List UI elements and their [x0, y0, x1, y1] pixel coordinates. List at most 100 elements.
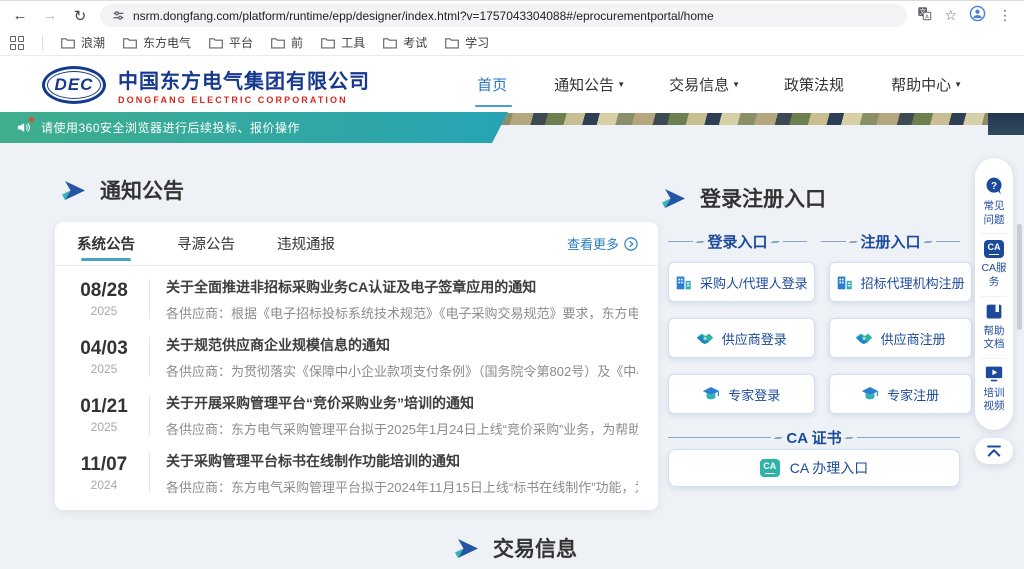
announcement-row[interactable]: 08/28 2025 关于全面推进非招标采购业务CA认证及电子签章应用的通知 各…	[55, 270, 658, 328]
nav-item-policies[interactable]: 政策法规	[782, 68, 849, 101]
announcement-summary: 各供应商：为贯彻落实《保障中小企业款项支付条例》（国务院令第802号）及《中小企…	[166, 361, 638, 380]
section-arrow-icon	[662, 189, 685, 208]
announcement-date: 04/03 2025	[75, 338, 133, 376]
bookmark-folder[interactable]: 平台	[209, 34, 253, 51]
folder-icon	[383, 37, 397, 49]
announcement-date: 08/28 2025	[75, 280, 133, 318]
section-arrow-icon	[62, 181, 85, 200]
tab-sourcing-notices[interactable]: 寻源公告	[175, 222, 237, 265]
bookmarks-separator	[42, 36, 43, 50]
nav-item-home[interactable]: 首页	[475, 68, 512, 101]
announcement-title: 关于全面推进非招标采购业务CA认证及电子签章应用的通知	[166, 277, 638, 297]
url-bar[interactable]: nsrm.dongfang.com/platform/runtime/epp/d…	[100, 4, 907, 27]
nav-item-trade-info[interactable]: 交易信息▼	[667, 68, 742, 101]
folder-icon	[321, 37, 335, 49]
tab-system-notices[interactable]: 系统公告	[75, 222, 137, 265]
bookmark-folder[interactable]: 前	[271, 34, 303, 51]
bookmark-star-icon[interactable]: ☆	[944, 7, 957, 24]
announcements-list: 08/28 2025 关于全面推进非招标采购业务CA认证及电子签章应用的通知 各…	[55, 266, 658, 506]
tab-violation-reports[interactable]: 违规通报	[275, 222, 337, 265]
speaker-icon	[16, 120, 32, 135]
login-register-section-title: 登录注册入口	[662, 183, 826, 213]
svg-text:?: ?	[991, 181, 997, 192]
forward-icon[interactable]: →	[40, 7, 60, 24]
site-settings-icon[interactable]	[112, 9, 125, 22]
handshake-icon	[696, 331, 714, 346]
announcement-date: 01/21 2025	[75, 396, 133, 434]
folder-icon	[271, 37, 285, 49]
announcements-section-title: 通知公告	[62, 175, 184, 205]
ca-certificate-header: CA 证书	[668, 427, 960, 448]
company-name-en: DONGFANG ELECTRIC CORPORATION	[118, 95, 370, 105]
main-nav: 首页 通知公告▼ 交易信息▼ 政策法规 帮助中心▼	[475, 68, 982, 101]
ca-badge-icon: CA	[984, 240, 1004, 258]
profile-icon[interactable]	[969, 5, 986, 27]
nav-item-help-center[interactable]: 帮助中心▼	[889, 68, 964, 101]
browser-toolbar: ← → ↻ nsrm.dongfang.com/platform/runtime…	[0, 0, 1024, 30]
collapse-up-icon	[985, 444, 1003, 458]
reload-icon[interactable]: ↻	[70, 7, 90, 25]
training-videos-widget[interactable]: 培训视频	[981, 358, 1007, 420]
announcement-title: 关于规范供应商企业规模信息的通知	[166, 335, 638, 355]
bookmark-folder[interactable]: 浪潮	[61, 34, 105, 51]
hero-image-corner	[988, 113, 1024, 135]
bidding-agency-register-button[interactable]: 招标代理机构注册	[829, 262, 972, 302]
bookmark-folder[interactable]: 学习	[445, 34, 489, 51]
company-name-cn: 中国东方电气集团有限公司	[118, 65, 370, 94]
bookmark-folder[interactable]: 东方电气	[123, 34, 191, 51]
trade-info-section-title: 交易信息	[455, 533, 577, 563]
ca-service-widget[interactable]: CA CA服务	[981, 233, 1007, 295]
bookmark-folder[interactable]: 考试	[383, 34, 427, 51]
announcement-summary: 各供应商：东方电气采购管理平台拟于2024年11月15日上线“标书在线制作”功能…	[166, 477, 638, 496]
dec-logo: DEC	[42, 66, 106, 104]
purchaser-agent-login-button[interactable]: 采购人/代理人登录	[668, 262, 815, 302]
chevron-down-icon: ▼	[617, 80, 625, 89]
announcement-row[interactable]: 04/03 2025 关于规范供应商企业规模信息的通知 各供应商：为贯彻落实《保…	[55, 328, 658, 386]
announcement-title: 关于开展采购管理平台“竞价采购业务”培训的通知	[166, 393, 638, 413]
browser-notice-banner: 请使用360安全浏览器进行后续投标、报价操作	[0, 112, 508, 143]
url-text: nsrm.dongfang.com/platform/runtime/epp/d…	[133, 9, 714, 23]
announcement-summary: 各供应商：东方电气采购管理平台拟于2025年1月24日上线“竞价采购”业务，为帮…	[166, 419, 638, 438]
collapse-panel-button[interactable]	[975, 438, 1013, 464]
apps-grid-icon[interactable]	[10, 36, 24, 50]
graduation-cap-icon	[702, 386, 720, 402]
folder-icon	[445, 37, 459, 49]
folder-icon	[123, 37, 137, 49]
ca-entry-button[interactable]: CA CA 办理入口	[668, 449, 960, 487]
help-docs-widget[interactable]: 帮助文档	[981, 296, 1007, 358]
view-more-link[interactable]: 查看更多	[567, 234, 638, 253]
nav-item-notices[interactable]: 通知公告▼	[552, 68, 627, 101]
toolbar-actions: 文A ☆ ⋮	[917, 5, 1014, 27]
announcement-title: 关于采购管理平台标书在线制作功能培训的通知	[166, 451, 638, 471]
faq-widget[interactable]: ? 常见问题	[981, 170, 1007, 233]
notice-text: 请使用360安全浏览器进行后续投标、报价操作	[41, 119, 300, 136]
login-register-column-headers: 登录入口 注册入口	[668, 231, 960, 252]
expert-login-button[interactable]: 专家登录	[668, 374, 815, 414]
menu-dots-icon[interactable]: ⋮	[998, 7, 1012, 24]
ca-badge-icon: CA	[760, 459, 780, 477]
question-bubble-icon: ?	[984, 176, 1004, 196]
back-icon[interactable]: ←	[10, 7, 30, 24]
announcement-row[interactable]: 01/21 2025 关于开展采购管理平台“竞价采购业务”培训的通知 各供应商：…	[55, 386, 658, 444]
notification-dot	[29, 117, 34, 122]
video-play-icon	[984, 365, 1004, 383]
section-arrow-icon	[455, 539, 478, 558]
announcements-tabbar: 系统公告 寻源公告 违规通报 查看更多	[55, 222, 658, 266]
announcement-row[interactable]: 11/07 2024 关于采购管理平台标书在线制作功能培训的通知 各供应商：东方…	[55, 444, 658, 502]
supplier-login-button[interactable]: 供应商登录	[668, 318, 815, 358]
folder-icon	[209, 37, 223, 49]
translate-icon[interactable]: 文A	[917, 6, 932, 26]
browser-window: ← → ↻ nsrm.dongfang.com/platform/runtime…	[0, 0, 1024, 569]
building-icon	[836, 274, 853, 291]
handshake-icon	[855, 331, 873, 346]
circle-chevron-right-icon	[624, 237, 638, 251]
supplier-register-button[interactable]: 供应商注册	[829, 318, 972, 358]
expert-register-button[interactable]: 专家注册	[829, 374, 972, 414]
chevron-down-icon: ▼	[732, 80, 740, 89]
folder-icon	[61, 37, 75, 49]
bookmark-folder[interactable]: 工具	[321, 34, 365, 51]
svg-text:A: A	[926, 14, 930, 20]
page-scrollbar[interactable]	[1017, 224, 1022, 330]
company-name: 中国东方电气集团有限公司 DONGFANG ELECTRIC CORPORATI…	[118, 65, 370, 105]
bookmarks-bar: 浪潮 东方电气 平台 前 工具 考试 学习	[0, 30, 1024, 56]
